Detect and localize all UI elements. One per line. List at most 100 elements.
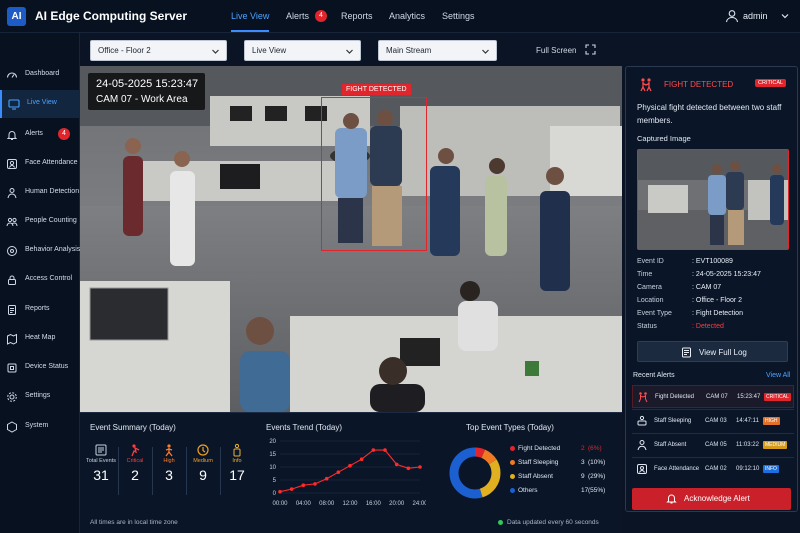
sidebar-item-label: Live View xyxy=(27,99,57,106)
sidebar-item-reports[interactable]: Reports xyxy=(0,296,80,324)
sidebar-item-alerts[interactable]: Alerts 4 xyxy=(0,121,80,149)
alert-severity-badge: MEDIUM xyxy=(763,441,788,449)
location-select[interactable]: Office - Floor 2 xyxy=(90,40,227,61)
stream-select[interactable]: Main Stream xyxy=(378,40,497,61)
location-select-value: Office - Floor 2 xyxy=(98,46,151,55)
detection-bounding-box[interactable] xyxy=(321,97,427,251)
x-tick-label: 24:00 xyxy=(412,501,426,507)
fullscreen-button[interactable]: Full Screen xyxy=(536,46,576,55)
log-icon xyxy=(682,347,691,358)
summary-value: 9 xyxy=(199,467,207,483)
recent-alert-row[interactable]: Staff Sleeping CAM 03 14:47:11 HIGH xyxy=(632,409,794,432)
y-tick-label: 15 xyxy=(269,452,276,458)
x-tick-label: 00:00 xyxy=(272,501,288,507)
sidebar-item-access-control[interactable]: Access Control xyxy=(0,266,80,294)
acknowledge-alert-button[interactable]: Acknowledge Alert xyxy=(632,488,791,510)
alert-description: Physical fight detected between two staf… xyxy=(637,103,782,125)
recent-alert-row[interactable]: Fight Detected CAM 07 15:23:47 CRITICAL xyxy=(632,385,794,408)
alert-detail-panel: FIGHT DETECTED CRITICAL Physical fight d… xyxy=(625,66,798,512)
summary-total[interactable]: Total Events 31 xyxy=(86,443,116,483)
detail-value: : EVT100089 xyxy=(692,258,733,265)
view-mode-select-value: Live View xyxy=(252,46,287,55)
recent-alert-row[interactable]: Staff Absent CAM 05 11:03:22 MEDIUM xyxy=(632,433,794,456)
alert-time: 09:12:10 xyxy=(736,466,760,472)
chevron-down-icon xyxy=(482,49,489,54)
x-tick-label: 08:00 xyxy=(319,501,335,507)
detection-label: FIGHT DETECTED xyxy=(342,84,411,95)
sidebar-item-people-counting[interactable]: People Counting xyxy=(0,208,80,236)
chevron-down-icon[interactable] xyxy=(780,11,790,21)
summary-medium[interactable]: Medium 9 xyxy=(188,443,218,483)
detail-key: Status xyxy=(637,323,657,330)
sidebar-item-live-view[interactable]: Live View xyxy=(0,90,80,118)
trend-point xyxy=(394,462,399,467)
detail-key: Event ID xyxy=(637,258,664,265)
view-all-link[interactable]: View All xyxy=(766,372,790,379)
recent-alert-row[interactable]: Face Attendance CAM 02 09:12:10 INFO xyxy=(632,457,794,480)
trend-point xyxy=(336,470,341,474)
events-trend-chart: 0 5 10 15 20 00:00 04:00 08:00 12:00 16:00 20:00 24… xyxy=(269,439,426,507)
acknowledge-alert-label: Acknowledge Alert xyxy=(684,494,750,503)
fullscreen-icon[interactable] xyxy=(585,44,596,55)
alert-time: 14:47:11 xyxy=(736,418,759,424)
alert-severity-badge: CRITICAL xyxy=(764,393,791,401)
x-tick-label: 20:00 xyxy=(389,501,405,507)
legend-percent: (55%) xyxy=(588,487,606,494)
sleeping-icon xyxy=(637,415,647,426)
summary-high[interactable]: High 3 xyxy=(154,443,184,483)
person-icon xyxy=(7,188,17,199)
detail-key: Camera xyxy=(637,284,662,291)
nav-settings[interactable]: Settings xyxy=(442,11,475,21)
username[interactable]: admin xyxy=(743,11,768,21)
sidebar-item-system[interactable]: System xyxy=(0,413,80,441)
fight-icon xyxy=(638,392,648,403)
nav-reports[interactable]: Reports xyxy=(341,11,373,21)
trend-point xyxy=(348,463,352,468)
sidebar-item-heat-map[interactable]: Heat Map xyxy=(0,325,80,353)
summary-label: Medium xyxy=(193,458,213,464)
gear-icon xyxy=(7,392,17,402)
fight-icon xyxy=(640,78,652,92)
sidebar-item-label: Reports xyxy=(25,305,50,312)
camera-feed[interactable]: 24-05-2025 15:23:47 CAM 07 - Work Area F… xyxy=(80,66,622,412)
alert-time: 15:23:47 xyxy=(737,394,761,400)
trend-point xyxy=(301,483,306,487)
recent-alerts-title: Recent Alerts xyxy=(633,372,675,379)
sidebar-item-dashboard[interactable]: Dashboard xyxy=(0,61,80,89)
summary-value: 2 xyxy=(131,467,139,483)
y-tick-label: 10 xyxy=(269,465,276,471)
chevron-down-icon xyxy=(346,49,353,54)
legend-swatch xyxy=(510,446,515,451)
divider xyxy=(220,447,221,495)
nav-live-view[interactable]: Live View xyxy=(231,11,269,21)
alert-name: Fight Detected xyxy=(655,394,695,400)
view-full-log-button[interactable]: View Full Log xyxy=(637,341,788,362)
sidebar-item-label: Human Detection xyxy=(25,188,80,195)
legend-percent: (10%) xyxy=(588,459,606,466)
nav-analytics[interactable]: Analytics xyxy=(389,11,425,21)
trend-point xyxy=(324,476,329,481)
nav-alerts[interactable]: Alerts xyxy=(286,11,309,21)
sidebar-item-settings[interactable]: Settings xyxy=(0,383,80,411)
sidebar: Dashboard Live View Alerts 4 Face Attend… xyxy=(0,33,80,533)
alert-name: Staff Sleeping xyxy=(654,418,692,424)
report-icon xyxy=(8,305,16,315)
sidebar-item-label: Settings xyxy=(25,392,51,399)
behavior-icon xyxy=(7,246,17,256)
sidebar-item-label: Face Attendance xyxy=(25,159,78,166)
system-icon xyxy=(7,421,17,433)
y-tick-label: 0 xyxy=(273,491,277,497)
sidebar-item-face-attendance[interactable]: Face Attendance xyxy=(0,150,80,178)
alert-camera: CAM 03 xyxy=(705,418,727,424)
trend-point xyxy=(278,489,282,494)
event-summary-title: Event Summary (Today) xyxy=(90,423,176,432)
sidebar-item-human-detection[interactable]: Human Detection xyxy=(0,179,80,207)
detail-key: Location xyxy=(637,297,664,304)
view-mode-select[interactable]: Live View xyxy=(244,40,361,61)
captured-image[interactable] xyxy=(637,149,789,250)
user-icon[interactable] xyxy=(725,9,739,23)
summary-info[interactable]: Info 17 xyxy=(222,443,252,483)
sidebar-item-device-status[interactable]: Device Status xyxy=(0,354,80,382)
sidebar-item-behavior-analysis[interactable]: Behavior Analysis xyxy=(0,237,80,265)
summary-critical[interactable]: Critical 2 xyxy=(120,443,150,483)
